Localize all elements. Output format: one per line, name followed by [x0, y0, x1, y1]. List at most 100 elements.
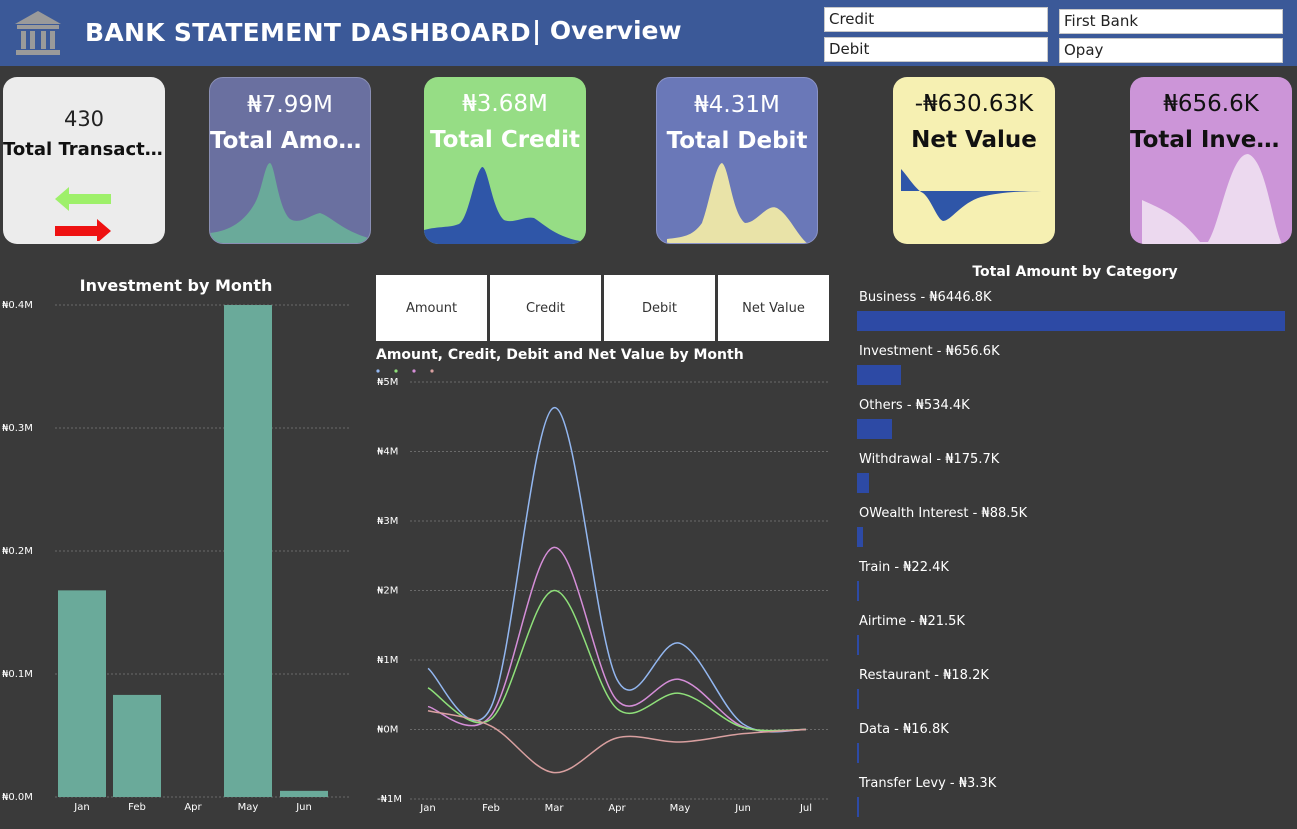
legend-marker — [430, 369, 434, 373]
metric-button-credit[interactable]: Credit — [490, 275, 601, 341]
kpi-amount-value: ₦7.99M — [247, 92, 333, 118]
category-item[interactable]: Train - ₦22.4K — [857, 560, 1287, 601]
bar-jan[interactable] — [58, 590, 106, 797]
category-bar[interactable] — [857, 797, 859, 817]
kpi-transactions-value: 430 — [63, 107, 105, 131]
monthly-line-chart: -₦1M ₦0M ₦1M ₦2M ₦3M ₦4M ₦5M Jan Feb Mar Apr May Jun… — [376, 369, 830, 814]
kpi-card-transactions: 430 Total Transactions — [3, 77, 165, 244]
metric-button-debit[interactable]: Debit — [604, 275, 715, 341]
category-item[interactable]: Investment - ₦656.6K — [857, 344, 1287, 385]
category-label: Airtime - ₦21.5K — [859, 614, 965, 629]
slicer-debit[interactable]: Debit — [824, 37, 1048, 62]
bar-x-tick: Apr — [184, 802, 202, 813]
category-bar[interactable] — [857, 527, 863, 547]
line-x-tick: Jan — [419, 803, 435, 814]
bank-icon — [15, 11, 61, 55]
category-label: Train - ₦22.4K — [859, 560, 949, 575]
line-y-tick: ₦1M — [377, 655, 398, 666]
kpi-card-net: -₦630.63K Net Value — [893, 77, 1055, 244]
amount-sparkline — [210, 163, 370, 243]
line-y-tick: ₦3M — [377, 516, 398, 527]
line-x-tick: Jun — [734, 803, 751, 814]
category-item[interactable]: Restaurant - ₦18.2K — [857, 668, 1287, 709]
kpi-card-credit: ₦3.68M Total Credit — [424, 77, 586, 244]
dashboard-title: BANK STATEMENT DASHBOARD — [85, 18, 531, 47]
kpi-net-value: -₦630.63K — [914, 91, 1034, 117]
slicer-first-bank[interactable]: First Bank — [1059, 9, 1283, 34]
kpi-debit-value: ₦4.31M — [694, 92, 780, 118]
bar-x-tick: Jan — [73, 802, 89, 813]
category-chart-title: Total Amount by Category — [972, 264, 1178, 280]
line-y-tick: ₦4M — [377, 447, 398, 458]
kpi-debit-label: Total Debit — [666, 128, 808, 154]
kpi-transactions-label: Total Transactions — [3, 139, 165, 160]
line-chart-title: Amount, Credit, Debit and Net Value by M… — [376, 347, 744, 363]
kpi-card-debit: ₦4.31M Total Debit — [656, 77, 818, 244]
category-label: Withdrawal - ₦175.7K — [859, 452, 1000, 467]
transfer-arrows-icon — [55, 187, 111, 241]
line-y-tick: ₦0M — [377, 725, 398, 736]
line-series-net[interactable] — [427, 710, 807, 774]
category-item[interactable]: Withdrawal - ₦175.7K — [857, 452, 1287, 493]
bar-x-tick: Jun — [295, 802, 312, 813]
category-label: Others - ₦534.4K — [859, 398, 970, 413]
line-series-credit[interactable] — [427, 589, 807, 732]
line-y-tick: ₦2M — [377, 586, 398, 597]
category-bar[interactable] — [857, 473, 869, 493]
category-bar[interactable] — [857, 689, 859, 709]
kpi-card-amount: ₦7.99M Total Amount — [209, 77, 371, 244]
legend-marker — [394, 369, 398, 373]
kpi-investment-label: Total Invest... — [1130, 127, 1292, 153]
category-label: Restaurant - ₦18.2K — [859, 668, 989, 683]
investment-bar-chart: ₦0.0M ₦0.1M ₦0.2M ₦0.3M ₦0.4M Jan Feb Apr May Jun — [2, 300, 350, 813]
category-bar[interactable] — [857, 311, 1285, 331]
category-item[interactable]: Business - ₦6446.8K — [857, 290, 1287, 331]
kpi-net-label: Net Value — [911, 127, 1037, 153]
bar-y-tick: ₦0.4M — [2, 300, 33, 311]
category-item[interactable]: Others - ₦534.4K — [857, 398, 1287, 439]
bar-x-tick: May — [238, 802, 259, 813]
bar-feb[interactable] — [113, 694, 161, 797]
category-item[interactable]: Transfer Levy - ₦3.3K — [857, 776, 1287, 817]
line-x-tick: Mar — [545, 803, 565, 814]
category-label: Data - ₦16.8K — [859, 722, 949, 737]
line-series-amount[interactable] — [427, 406, 807, 733]
line-series-debit[interactable] — [427, 546, 807, 732]
category-item[interactable]: Airtime - ₦21.5K — [857, 614, 1287, 655]
legend-marker — [376, 369, 380, 373]
slicer-credit[interactable]: Credit — [824, 7, 1048, 32]
bar-y-tick: ₦0.0M — [2, 792, 33, 803]
slicer-opay[interactable]: Opay — [1059, 38, 1283, 63]
bar-jun[interactable] — [280, 790, 328, 797]
metric-button-net-value[interactable]: Net Value — [718, 275, 829, 341]
category-label: Investment - ₦656.6K — [859, 344, 1000, 359]
legend-marker — [412, 369, 416, 373]
kpi-investment-value: ₦656.6K — [1163, 91, 1259, 117]
category-bar[interactable] — [857, 365, 901, 385]
category-bar[interactable] — [857, 419, 893, 439]
category-label: OWealth Interest - ₦88.5K — [859, 506, 1028, 521]
category-bar[interactable] — [857, 581, 859, 601]
line-x-tick: Apr — [608, 803, 626, 814]
investment-chart-title: Investment by Month — [79, 276, 273, 295]
category-bar[interactable] — [857, 635, 859, 655]
kpi-card-investment: ₦656.6K Total Invest... — [1130, 77, 1292, 244]
category-label: Transfer Levy - ₦3.3K — [859, 776, 997, 791]
line-y-tick: -₦1M — [377, 794, 402, 805]
bar-may[interactable] — [224, 305, 272, 797]
investment-sparkline — [1142, 154, 1282, 244]
kpi-amount-label: Total Amount — [210, 128, 370, 154]
credit-sparkline — [424, 166, 586, 244]
bar-y-tick: ₦0.2M — [2, 546, 33, 557]
category-label: Business - ₦6446.8K — [859, 290, 992, 305]
line-x-tick: May — [670, 803, 691, 814]
category-item[interactable]: Data - ₦16.8K — [857, 722, 1287, 763]
metric-button-amount[interactable]: Amount — [376, 275, 487, 341]
line-x-tick: Feb — [482, 803, 500, 814]
category-item[interactable]: OWealth Interest - ₦88.5K — [857, 506, 1287, 547]
bar-y-tick: ₦0.3M — [2, 423, 33, 434]
line-x-tick: Jul — [799, 803, 812, 814]
bar-x-tick: Feb — [128, 802, 146, 813]
category-bar[interactable] — [857, 743, 859, 763]
debit-sparkline — [667, 163, 807, 243]
